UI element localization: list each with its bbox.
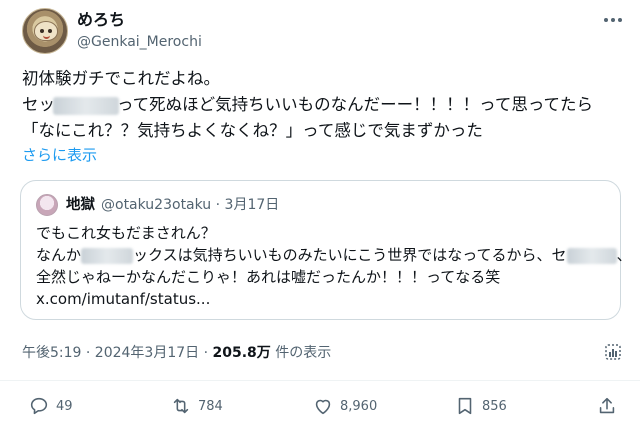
analytics-icon[interactable]	[603, 342, 623, 362]
like-button[interactable]: 8,960	[312, 394, 377, 418]
views-count: 205.8万	[212, 345, 271, 361]
reply-button[interactable]: 49	[28, 394, 73, 418]
share-button[interactable]	[596, 394, 618, 418]
heart-icon	[315, 399, 331, 415]
quote-tweet[interactable]: 地獄 @otaku23otaku · 3月17日 でもこれ女もだまされん？ なん…	[20, 180, 632, 320]
reply-icon	[30, 397, 48, 415]
tweet-text: 初体験ガチでこれだよね。 セッ って死ぬほど気持ちいいものなんだーー！！！！って思…	[22, 66, 632, 144]
censor-blur	[81, 247, 134, 264]
timestamp-views: 午後5:19 · 2024年3月17日 · 205.8万 件の表示	[22, 344, 331, 362]
avatar-face	[34, 21, 58, 41]
divider	[0, 380, 640, 381]
views-label: 件の表示	[270, 345, 332, 361]
quote-line-3: 全然じゃねーかなんだこりゃ！あれは嘘だったんか！！！ってなる笑	[36, 268, 501, 286]
bookmark-icon	[458, 397, 472, 415]
quote-text: でもこれ女もだまされん？ なんか ックスは気持ちいいものみたいにこう世界ではなって…	[36, 222, 632, 310]
tweet-line-2: セッ って死ぬほど気持ちいいものなんだーー！！！！って思ってたら	[22, 95, 594, 115]
retweet-count: 784	[198, 398, 223, 414]
like-count: 8,960	[340, 398, 378, 414]
retweet-button[interactable]: 784	[170, 394, 223, 418]
reply-count: 49	[56, 398, 73, 414]
tweet-line-3: 「なにこれ？？気持ちよくなくね？」って感じで気まずかった	[22, 121, 483, 140]
display-name[interactable]: めろち	[77, 10, 125, 30]
tweet-line-1: 初体験ガチでこれだよね。	[22, 69, 220, 88]
quote-link[interactable]: x.com/imutanf/status...	[36, 288, 611, 310]
more-dots-icon[interactable]	[600, 10, 626, 30]
bookmark-button[interactable]: 856	[454, 394, 507, 418]
user-handle[interactable]: @Genkai_Merochi	[77, 33, 202, 51]
share-icon	[599, 397, 615, 414]
bookmark-count: 856	[482, 398, 507, 414]
show-more-link[interactable]: さらに表示	[22, 145, 97, 165]
censor-blur	[53, 96, 119, 115]
retweet-icon	[173, 398, 189, 414]
censor-blur	[566, 247, 617, 264]
quote-display-name: 地獄	[66, 197, 95, 213]
quote-meta: @otaku23otaku · 3月17日	[101, 197, 280, 213]
timestamp[interactable]: 午後5:19 · 2024年3月17日 ·	[22, 345, 213, 361]
quote-line-2: なんか ックスは気持ちいいものみたいにこう世界ではなってるから、セ、	[36, 246, 632, 264]
quote-line-1: でもこれ女もだまされん？	[36, 224, 216, 242]
quote-avatar	[36, 194, 58, 216]
avatar[interactable]	[22, 8, 68, 54]
